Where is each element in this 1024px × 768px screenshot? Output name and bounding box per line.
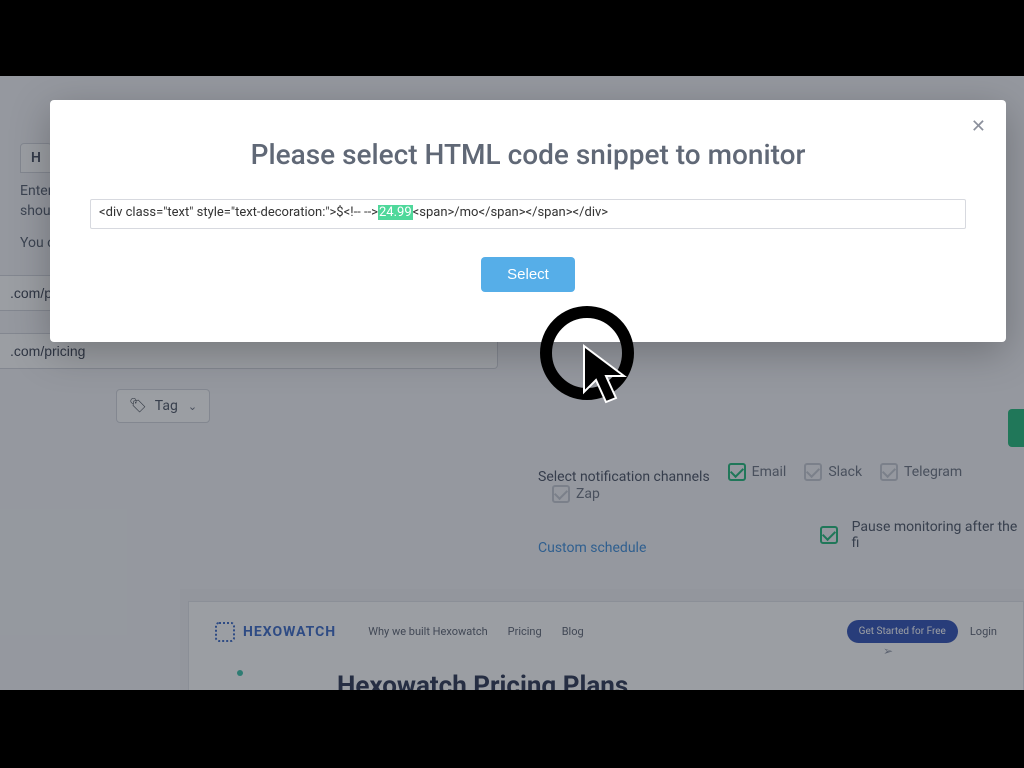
- letterbox-top: [0, 0, 1024, 76]
- app-viewport: H Enter shoul You c Select notification …: [0, 76, 1024, 690]
- select-snippet-modal: ✕ Please select HTML code snippet to mon…: [50, 100, 1006, 342]
- close-button[interactable]: ✕: [971, 116, 986, 137]
- letterbox-bottom: [0, 690, 1024, 768]
- select-button[interactable]: Select: [481, 257, 575, 292]
- html-snippet-input[interactable]: [90, 199, 966, 229]
- modal-title: Please select HTML code snippet to monit…: [90, 138, 966, 171]
